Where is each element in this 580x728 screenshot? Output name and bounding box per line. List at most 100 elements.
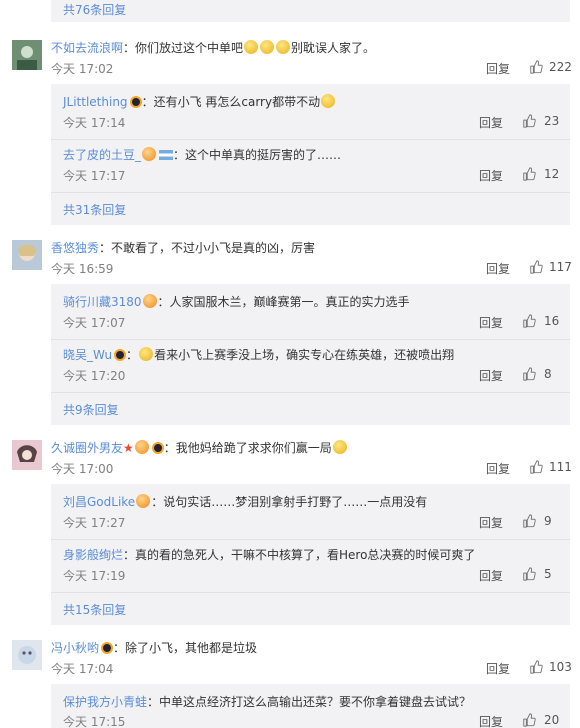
- vip-badge-icon: [142, 294, 157, 308]
- like-button[interactable]: 8: [522, 367, 552, 381]
- reply-text: 去了皮的土豆_ ：这个中单真的挺厉害的了……: [63, 146, 341, 163]
- username-link[interactable]: JLittlething: [63, 95, 128, 109]
- reply-button[interactable]: 回复: [486, 460, 510, 477]
- like-button[interactable]: 111: [529, 460, 572, 474]
- reply-text: 骑行川藏3180 ：人家国服木兰，巅峰赛第一。真正的实力选手: [63, 293, 410, 310]
- reply-body: ：还有小飞 再怎么carry都带不动: [141, 95, 321, 109]
- username-link[interactable]: 骑行川藏3180: [63, 295, 142, 309]
- reply-time: 今天 17:19: [63, 569, 126, 583]
- avatar[interactable]: [12, 240, 42, 270]
- like-count: 12: [544, 167, 560, 181]
- thumb-up-icon: [529, 60, 543, 74]
- vip-badge-icon: [134, 440, 149, 454]
- divider: [51, 539, 570, 540]
- username-link[interactable]: 保护我方小青蛙: [63, 695, 147, 709]
- comment-body: ：不敢看了，不过小小飞是真的凶，厉害: [99, 241, 316, 255]
- reply-button[interactable]: 回复: [479, 567, 503, 584]
- reply-text: 保护我方小青蛙：中单这点经济打这么高输出还菜？要不你拿着键盘去试试？: [63, 693, 471, 710]
- thread-box: [51, 0, 570, 22]
- like-count: 8: [544, 367, 552, 381]
- reply-button[interactable]: 回复: [479, 514, 503, 531]
- thumb-up-icon: [522, 567, 536, 581]
- like-count: 16: [544, 314, 560, 328]
- reply-time: 今天 17:27: [63, 516, 126, 530]
- reply-body: ：中单这点经济打这么高输出还菜？要不你拿着键盘去试试？: [147, 695, 472, 709]
- divider: [51, 192, 570, 193]
- reply-button[interactable]: 回复: [479, 367, 503, 384]
- avatar[interactable]: [12, 440, 42, 470]
- like-count: 111: [549, 460, 572, 474]
- reply-button[interactable]: 回复: [486, 660, 510, 677]
- reply-text: 晓吴_Wu ： 看来小飞上赛季没上场，确实专心在练英雄，还被喷出翔: [63, 346, 454, 363]
- reply-button[interactable]: 回复: [479, 713, 503, 728]
- more-replies-link[interactable]: 共9条回复: [63, 401, 119, 418]
- avatar[interactable]: [12, 640, 42, 670]
- thumb-up-icon: [529, 260, 543, 274]
- rank-badge-icon: [129, 96, 142, 108]
- thumb-up-icon: [522, 167, 536, 181]
- more-replies-link[interactable]: 共76条回复: [63, 1, 126, 18]
- like-button[interactable]: 16: [522, 314, 559, 328]
- username-link[interactable]: 刘昌GodLike: [63, 495, 135, 509]
- emoji-icon: [332, 440, 347, 454]
- more-replies-link[interactable]: 共15条回复: [63, 601, 126, 618]
- comment-text: 香悠独秀：不敢看了，不过小小飞是真的凶，厉害: [51, 239, 315, 256]
- thumb-up-icon: [529, 460, 543, 474]
- reply-button[interactable]: 回复: [479, 314, 503, 331]
- reply-time: 今天 17:07: [63, 316, 126, 330]
- username-link[interactable]: 去了皮的土豆_: [63, 148, 141, 162]
- like-button[interactable]: 20: [522, 713, 559, 727]
- colon: ：: [126, 348, 139, 362]
- comment-text: 久诚圈外男友★ ：我他妈给跪了求求你们赢一局: [51, 439, 348, 456]
- like-button[interactable]: 9: [522, 514, 552, 528]
- divider: [51, 139, 570, 140]
- rank-badge-icon: [114, 349, 127, 361]
- thumb-up-icon: [522, 367, 536, 381]
- reply-button[interactable]: 回复: [486, 60, 510, 77]
- divider: [51, 592, 570, 593]
- comment-time: 今天 17:00: [51, 462, 114, 476]
- comment-time: 今天 16:59: [51, 262, 114, 276]
- divider: [51, 392, 570, 393]
- rank-badge-icon: [151, 442, 164, 454]
- username-link[interactable]: 不如去流浪啊: [51, 41, 123, 55]
- comment-body: ：除了小飞，其他都是垃圾: [113, 641, 258, 655]
- like-button[interactable]: 5: [522, 567, 552, 581]
- username-link[interactable]: 冯小秋哟: [51, 641, 99, 655]
- comment-time: 今天 17:04: [51, 662, 114, 676]
- like-button[interactable]: 103: [529, 660, 572, 674]
- username-link[interactable]: 香悠独秀: [51, 241, 99, 255]
- like-button[interactable]: 12: [522, 167, 559, 181]
- like-button[interactable]: 222: [529, 60, 572, 74]
- like-count: 9: [544, 514, 552, 528]
- star-icon: ★: [123, 441, 134, 455]
- comment-text: 冯小秋哟 ：除了小飞，其他都是垃圾: [51, 639, 257, 656]
- emoji-icon: [260, 40, 275, 54]
- like-count: 23: [544, 114, 560, 128]
- thumb-up-icon: [522, 514, 536, 528]
- like-button[interactable]: 117: [529, 260, 572, 274]
- more-replies-link[interactable]: 共31条回复: [63, 201, 126, 218]
- rank-badge-icon: [101, 642, 114, 654]
- like-count: 20: [544, 713, 560, 727]
- emoji-icon: [142, 147, 157, 161]
- like-count: 117: [549, 260, 572, 274]
- emoji-icon: [139, 347, 154, 361]
- like-count: 5: [544, 567, 552, 581]
- username-link[interactable]: 久诚圈外男友: [51, 441, 123, 455]
- reply-button[interactable]: 回复: [479, 114, 503, 131]
- comment-body: ：你们放过这个中单吧: [123, 41, 244, 55]
- username-link[interactable]: 晓吴_Wu: [63, 348, 112, 362]
- reply-button[interactable]: 回复: [486, 260, 510, 277]
- reply-time: 今天 17:20: [63, 369, 126, 383]
- reply-body: ：说句实话……梦泪别拿射手打野了……一点用没有: [151, 495, 428, 509]
- username-link[interactable]: 身影般绚烂: [63, 548, 123, 562]
- like-button[interactable]: 23: [522, 114, 559, 128]
- like-count: 103: [549, 660, 572, 674]
- reply-button[interactable]: 回复: [479, 167, 503, 184]
- reply-text: 刘昌GodLike ：说句实话……梦泪别拿射手打野了……一点用没有: [63, 493, 427, 510]
- flag-icon: [159, 150, 174, 160]
- comment-time: 今天 17:02: [51, 62, 114, 76]
- avatar[interactable]: [12, 40, 42, 70]
- like-count: 222: [549, 60, 572, 74]
